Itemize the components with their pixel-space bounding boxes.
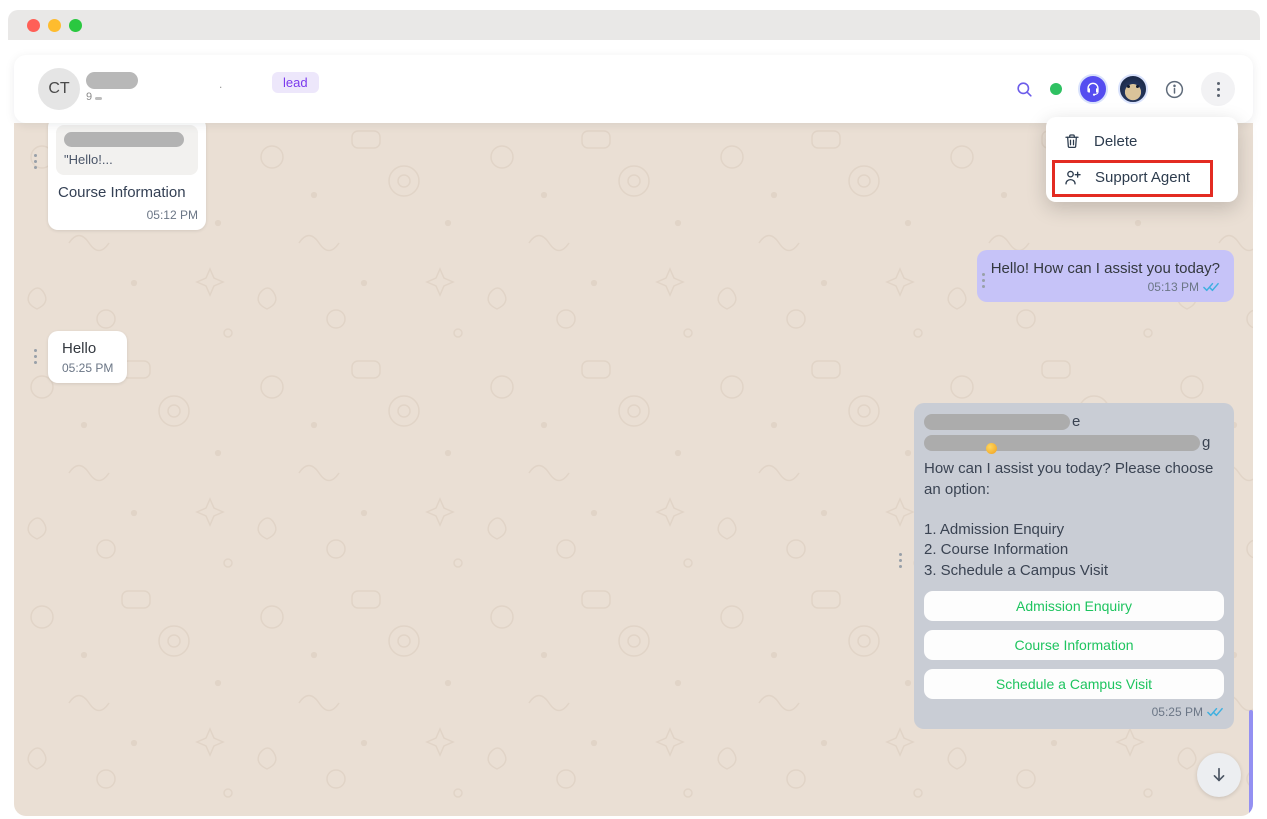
trash-icon <box>1063 132 1081 150</box>
zoom-window-button[interactable] <box>69 19 82 32</box>
quick-reply-schedule-campus-visit-button[interactable]: Schedule a Campus Visit <box>924 669 1224 699</box>
window-title-bar <box>8 10 1260 40</box>
redacted-text <box>64 132 184 147</box>
phone-redaction <box>95 97 102 100</box>
chat-header: CT 9 . lead <box>14 55 1253 123</box>
menu-item-label: Support Agent <box>1095 169 1190 186</box>
message-menu-dots[interactable] <box>34 154 37 169</box>
online-status-dot <box>1050 83 1062 95</box>
headset-icon <box>1084 80 1102 98</box>
message-time: 05:12 PM <box>147 208 198 222</box>
message-text: How can I assist you today? Please choos… <box>924 458 1224 501</box>
menu-item-label: Delete <box>1094 133 1137 150</box>
option-line: 1. Admission Enquiry <box>924 520 1224 541</box>
options-list: 1. Admission Enquiry 2. Course Informati… <box>924 520 1224 582</box>
redaction-artifact: . <box>219 77 222 91</box>
close-window-button[interactable] <box>27 19 40 32</box>
contact-avatar[interactable]: CT <box>38 68 80 110</box>
message-text: Hello! How can I assist you today? <box>991 260 1220 277</box>
redaction-suffix: g <box>1202 434 1210 451</box>
option-line: 3. Schedule a Campus Visit <box>924 561 1224 582</box>
minimize-window-button[interactable] <box>48 19 61 32</box>
chat-scrollbar-thumb[interactable] <box>1249 710 1253 816</box>
message-menu-dots[interactable] <box>982 273 985 288</box>
message-time: 05:25 PM <box>62 361 113 375</box>
contact-phone: 9 <box>86 91 102 103</box>
lead-badge: lead <box>272 72 319 93</box>
redacted-text <box>924 435 1200 451</box>
support-agent-avatar[interactable] <box>1078 74 1108 104</box>
message-menu-dots[interactable] <box>899 553 902 568</box>
bot-avatar-eyes <box>1127 85 1139 89</box>
option-line: 2. Course Information <box>924 540 1224 561</box>
chat-area: "Hello!... Course Information 05:12 PM H… <box>14 123 1253 816</box>
redacted-text <box>924 414 1070 430</box>
person-add-icon <box>1063 168 1082 187</box>
context-menu: Delete Support Agent <box>1046 117 1238 202</box>
kebab-menu-button[interactable] <box>1201 72 1235 106</box>
quick-reply-course-information-button[interactable]: Course Information <box>924 630 1224 660</box>
outgoing-message[interactable]: Hello! How can I assist you today? 05:13… <box>977 250 1234 302</box>
info-icon[interactable] <box>1164 79 1185 100</box>
menu-item-delete[interactable]: Delete <box>1046 123 1238 159</box>
read-receipt-double-check-icon <box>1207 706 1224 718</box>
message-menu-dots[interactable] <box>34 349 37 364</box>
quoted-reply-block[interactable]: "Hello!... <box>56 125 198 175</box>
outgoing-interactive-message[interactable]: e g How can I assist you today? Please c… <box>914 403 1234 729</box>
redaction-suffix: e <box>1072 413 1080 430</box>
bot-avatar[interactable] <box>1118 74 1148 104</box>
incoming-message[interactable]: Hello 05:25 PM <box>48 331 127 383</box>
message-time: 05:25 PM <box>1152 705 1203 719</box>
read-receipt-double-check-icon <box>1203 281 1220 293</box>
arrow-down-icon <box>1209 765 1229 785</box>
message-template-card[interactable]: "Hello!... Course Information 05:12 PM <box>48 123 206 230</box>
message-time: 05:13 PM <box>1148 280 1199 294</box>
quick-reply-admission-enquiry-button[interactable]: Admission Enquiry <box>924 591 1224 621</box>
redacted-emoji <box>986 443 997 454</box>
message-text: Hello <box>62 340 113 357</box>
search-icon[interactable] <box>1015 80 1034 99</box>
message-text: Course Information <box>58 184 196 201</box>
menu-item-support-agent[interactable]: Support Agent <box>1046 159 1238 196</box>
quote-text: "Hello!... <box>64 152 190 167</box>
contact-name-redacted <box>86 72 138 89</box>
scroll-to-bottom-button[interactable] <box>1197 753 1241 797</box>
